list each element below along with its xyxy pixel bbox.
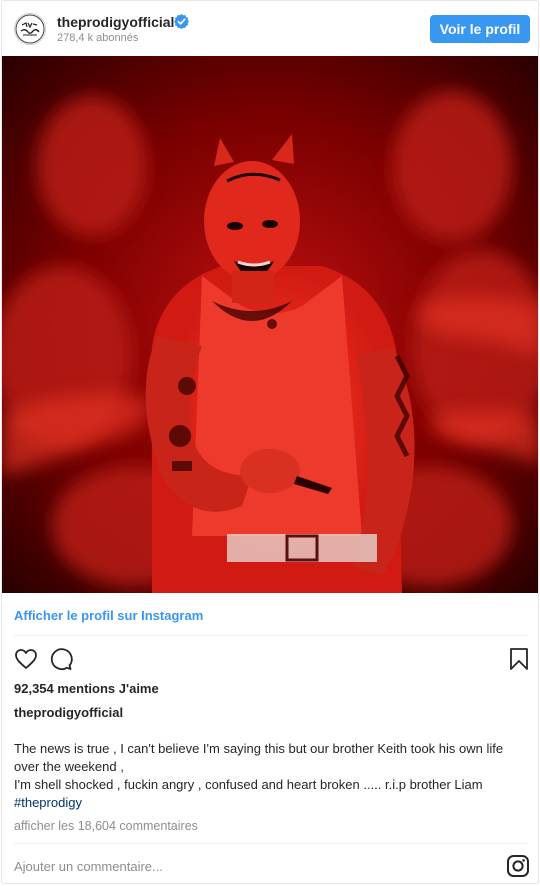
instagram-logo-icon[interactable] bbox=[506, 854, 530, 878]
bookmark-icon[interactable] bbox=[507, 647, 531, 671]
view-comments-link[interactable]: afficher les 18,604 commentaires bbox=[14, 819, 198, 833]
post-caption: The news is true , I can't believe I'm s… bbox=[14, 740, 529, 812]
heart-icon[interactable] bbox=[14, 647, 38, 671]
caption-username[interactable]: theprodigyofficial bbox=[14, 705, 123, 720]
post-photo[interactable] bbox=[2, 56, 538, 593]
divider bbox=[14, 843, 528, 844]
photo-image bbox=[2, 56, 538, 593]
comment-icon[interactable] bbox=[49, 647, 73, 671]
instagram-embed-card: theprodigyofficial 278,4 k abonnés Voir … bbox=[1, 0, 539, 884]
verified-badge-icon bbox=[174, 14, 189, 29]
likes-count[interactable]: 92,354 mentions J'aime bbox=[14, 681, 159, 696]
username[interactable]: theprodigyofficial bbox=[57, 14, 174, 30]
avatar-logo-icon bbox=[15, 14, 45, 44]
view-on-instagram-link[interactable]: Afficher le profil sur Instagram bbox=[14, 608, 203, 623]
hashtag-link[interactable]: #theprodigy bbox=[14, 794, 529, 812]
view-profile-button[interactable]: Voir le profil bbox=[430, 15, 530, 43]
caption-line: I'm shell shocked , fuckin angry , confu… bbox=[14, 777, 483, 792]
avatar[interactable] bbox=[14, 13, 46, 45]
caption-line: The news is true , I can't believe I'm s… bbox=[14, 741, 504, 774]
add-comment-input[interactable]: Ajouter un commentaire... bbox=[14, 859, 163, 874]
post-header: theprodigyofficial 278,4 k abonnés Voir … bbox=[2, 1, 538, 57]
divider bbox=[14, 635, 528, 636]
followers-count: 278,4 k abonnés bbox=[57, 32, 139, 44]
